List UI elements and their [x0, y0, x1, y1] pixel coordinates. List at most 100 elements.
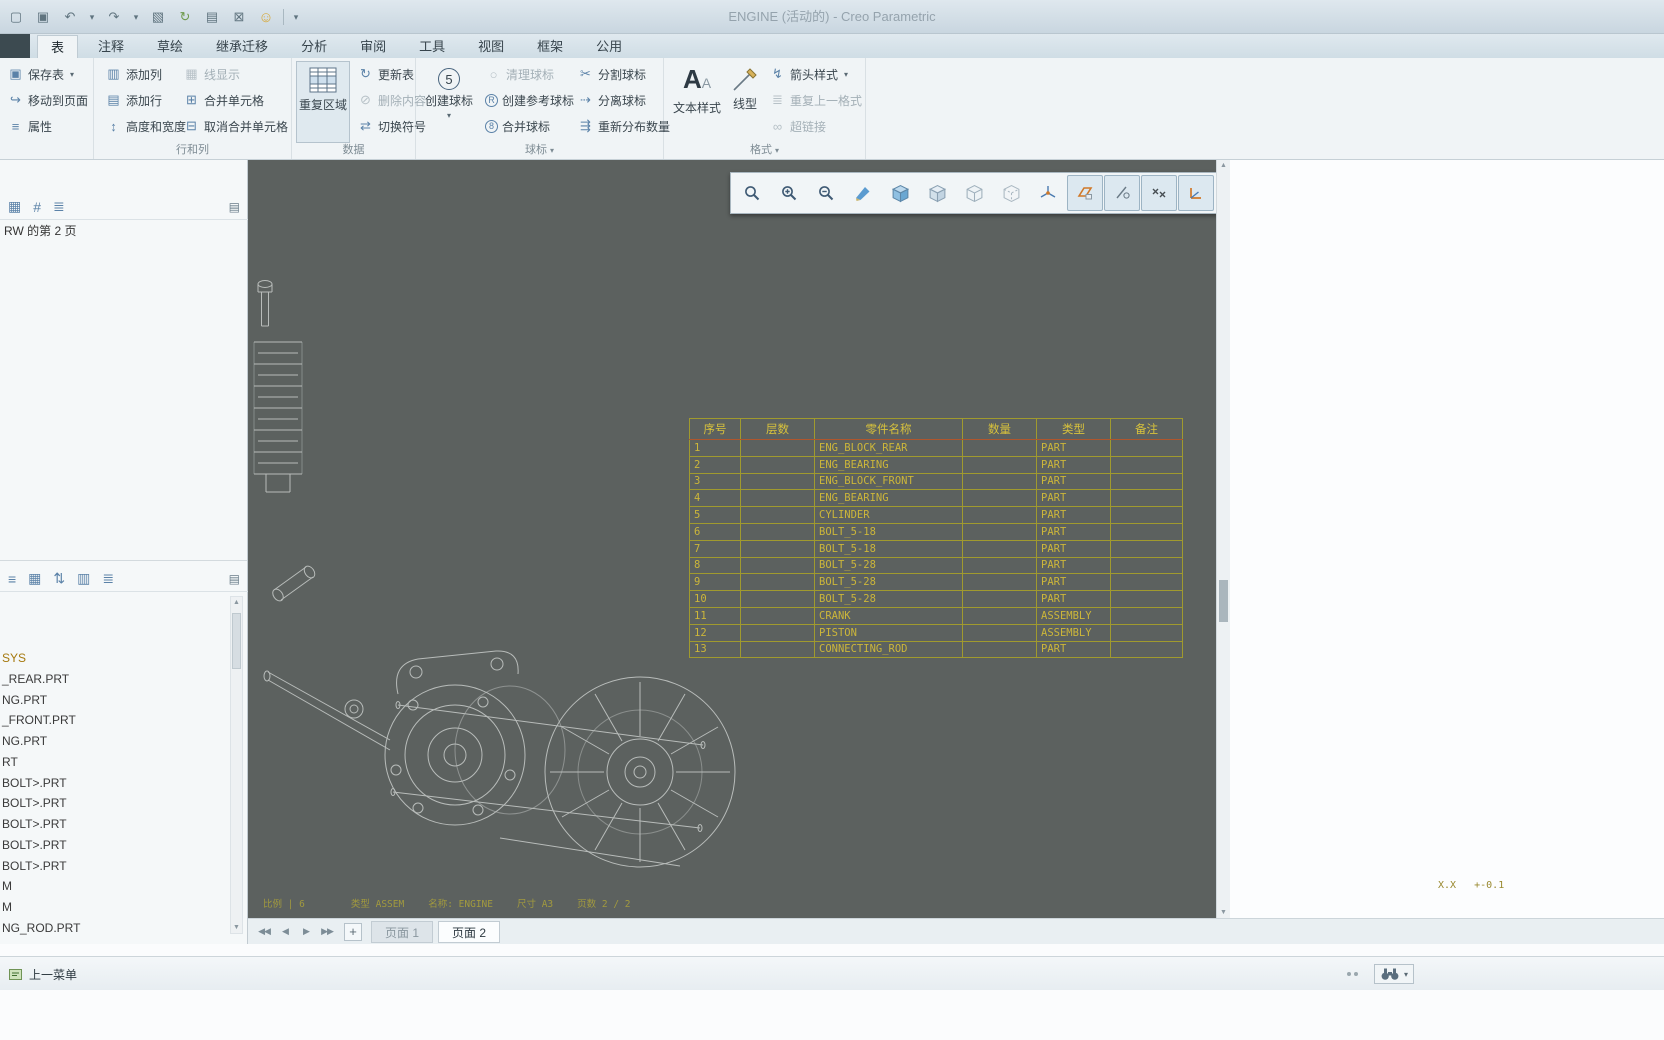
drawing-canvas[interactable]: 序号 层数 零件名称 数量 类型 备注 1 ENG_BLOCK_REAR PART … — [248, 160, 1218, 918]
model-tree-item[interactable]: BOLT>.PRT — [0, 814, 224, 835]
model-tree-item[interactable]: SYS — [0, 648, 224, 669]
create-ref-balloon-button[interactable]: R 创建参考球标 — [482, 89, 577, 111]
model-tree-item[interactable]: NG.PRT — [0, 690, 224, 711]
ribbon-tab-tools[interactable]: 工具 — [406, 35, 458, 58]
zoom-in-button[interactable] — [771, 175, 807, 211]
undo-caret-icon[interactable]: ▾ — [87, 7, 97, 27]
prev-sheet-icon[interactable]: ◀ — [277, 926, 293, 937]
model-tree-item[interactable]: M — [0, 876, 224, 897]
model-tree-item[interactable]: BOLT>.PRT — [0, 856, 224, 877]
merge-cells-button[interactable]: ⊞ 合并单元格 — [180, 89, 267, 111]
repeat-last-format-button[interactable]: ≣ 重复上一格式 — [766, 89, 865, 111]
close-window-icon[interactable]: ⊠ — [229, 7, 249, 27]
ribbon-tab-analysis[interactable]: 分析 — [288, 35, 340, 58]
regenerate-icon[interactable]: ↻ — [175, 7, 195, 27]
scroll-up-icon[interactable]: ▲ — [231, 599, 242, 606]
model-tree-item[interactable]: BOLT>.PRT — [0, 835, 224, 856]
tree-columns-icon[interactable]: ▥ — [77, 570, 90, 587]
redo-button[interactable]: ↷ — [104, 7, 124, 27]
move-to-page-button[interactable]: ↪ 移动到页面 — [4, 89, 91, 111]
ribbon-tab-annotate[interactable]: 注释 — [85, 35, 137, 58]
file-menu-button[interactable] — [0, 34, 30, 58]
qat-customize-caret-icon[interactable]: ▾ — [291, 7, 301, 27]
ribbon-tab-review[interactable]: 审阅 — [347, 35, 399, 58]
bom-row[interactable]: 9 BOLT_5-28 PART — [689, 573, 1183, 592]
sidebar-splitter[interactable] — [0, 560, 247, 561]
add-row-button[interactable]: ▤ 添加行 — [102, 89, 165, 111]
windows-icon[interactable]: ▤ — [202, 7, 222, 27]
last-sheet-icon[interactable]: ▶▶ — [319, 926, 335, 937]
update-table-button[interactable]: ↻ 更新表 — [354, 63, 417, 85]
csys-display-toggle[interactable] — [1178, 175, 1214, 211]
merge-balloons-button[interactable]: 8 合并球标 — [482, 115, 553, 137]
redo-caret-icon[interactable]: ▾ — [131, 7, 141, 27]
bom-row[interactable]: 7 BOLT_5-18 PART — [689, 539, 1183, 558]
undo-button[interactable]: ↶ — [60, 7, 80, 27]
transparent-view-button[interactable] — [956, 175, 992, 211]
bom-row[interactable]: 12 PISTON ASSEMBLY — [689, 623, 1183, 642]
tree-sort-icon[interactable]: ⇅ — [53, 570, 65, 587]
bom-row[interactable]: 8 BOLT_5-28 PART — [689, 556, 1183, 575]
first-sheet-icon[interactable]: ◀◀ — [256, 926, 272, 937]
line-display-button[interactable]: ▦ 线显示 — [180, 63, 243, 85]
model-tree-item[interactable]: BOLT>.PRT — [0, 793, 224, 814]
properties-button[interactable]: ≡ 属性 — [4, 115, 55, 137]
plane-display-toggle[interactable] — [1067, 175, 1103, 211]
select-box-icon[interactable]: ▧ — [148, 7, 168, 27]
drawing-tree-page-item[interactable]: RW 的第 2 页 — [4, 222, 76, 239]
save-icon[interactable]: ▣ — [33, 7, 53, 27]
add-sheet-button[interactable]: + — [344, 922, 362, 941]
split-balloons-button[interactable]: ✂ 分割球标 — [574, 63, 649, 85]
point-display-toggle[interactable] — [1141, 175, 1177, 211]
drawing-tree-icon[interactable]: ▦ — [8, 198, 21, 215]
zoom-out-button[interactable] — [808, 175, 844, 211]
line-style-button[interactable]: 线型 — [726, 61, 764, 143]
model-tree-item[interactable]: _FRONT.PRT — [0, 710, 224, 731]
redistribute-qty-button[interactable]: ⇶ 重新分布数量 — [574, 115, 673, 137]
tree-list-icon[interactable]: ≡ — [8, 571, 16, 587]
repeat-region-button[interactable]: 重复区域 — [296, 61, 350, 143]
model-tree-item[interactable]: M — [0, 897, 224, 918]
shaded-view-button[interactable] — [882, 175, 918, 211]
bom-row[interactable]: 2 ENG_BEARING PART — [689, 455, 1183, 474]
canvas-vertical-scrollbar[interactable]: ▲ ▼ — [1216, 160, 1230, 918]
bom-row[interactable]: 3 ENG_BLOCK_FRONT PART — [689, 472, 1183, 491]
cleanup-balloons-button[interactable]: ○ 清理球标 — [482, 63, 557, 85]
ribbon-tab-table[interactable]: 表 — [37, 35, 79, 58]
canvas-scrollbar-thumb[interactable] — [1219, 580, 1228, 622]
text-style-button[interactable]: AA 文本样式 — [670, 61, 724, 143]
ribbon-tab-applications[interactable]: 公用 — [583, 35, 635, 58]
model-tree-item[interactable]: NG.PRT — [0, 731, 224, 752]
hidden-line-view-button[interactable] — [993, 175, 1029, 211]
bom-row[interactable]: 5 CYLINDER PART — [689, 506, 1183, 524]
bom-row[interactable]: 13 CONNECTING_ROD PART — [689, 640, 1183, 659]
repaint-button[interactable] — [845, 175, 881, 211]
model-tree-item[interactable]: _REAR.PRT — [0, 669, 224, 690]
previous-menu-button[interactable]: 上一菜单 — [8, 957, 77, 991]
model-tree-item[interactable]: RT — [0, 752, 224, 773]
find-caret-icon[interactable]: ▾ — [1404, 970, 1408, 979]
canvas-scroll-down-icon[interactable]: ▼ — [1217, 909, 1230, 916]
axis-display-toggle[interactable] — [1104, 175, 1140, 211]
hyperlink-button[interactable]: ∞ 超链接 — [766, 115, 829, 137]
ribbon-tab-framework[interactable]: 框架 — [524, 35, 576, 58]
balloons-group-caret-icon[interactable]: ▾ — [550, 146, 554, 155]
scrollbar-thumb[interactable] — [232, 613, 241, 669]
zoom-refit-button[interactable] — [734, 175, 770, 211]
new-icon[interactable]: ▢ — [6, 7, 26, 27]
bom-row[interactable]: 1 ENG_BLOCK_REAR PART — [689, 439, 1183, 457]
display-style-button[interactable] — [919, 175, 955, 211]
create-balloons-button[interactable]: 5 创建球标 ▾ — [420, 61, 478, 143]
ribbon-tab-sketch[interactable]: 草绘 — [144, 35, 196, 58]
smiley-icon[interactable]: ☺ — [256, 7, 276, 27]
unmerge-cells-button[interactable]: ⊟ 取消合并单元格 — [180, 115, 291, 137]
canvas-scroll-up-icon[interactable]: ▲ — [1217, 162, 1230, 169]
sheet-tab-2[interactable]: 页面 2 — [438, 920, 501, 943]
ribbon-tab-legacy-migration[interactable]: 继承迁移 — [203, 35, 281, 58]
table-tree-icon[interactable]: # — [33, 199, 41, 215]
tree-layers-icon[interactable]: ≣ — [102, 570, 114, 587]
tree-options-icon[interactable]: ▤ — [229, 572, 240, 586]
model-tree-item[interactable]: NG_ROD.PRT — [0, 918, 224, 939]
panel-options-icon[interactable]: ▤ — [229, 200, 240, 214]
model-tree-item[interactable]: BOLT>.PRT — [0, 773, 224, 794]
